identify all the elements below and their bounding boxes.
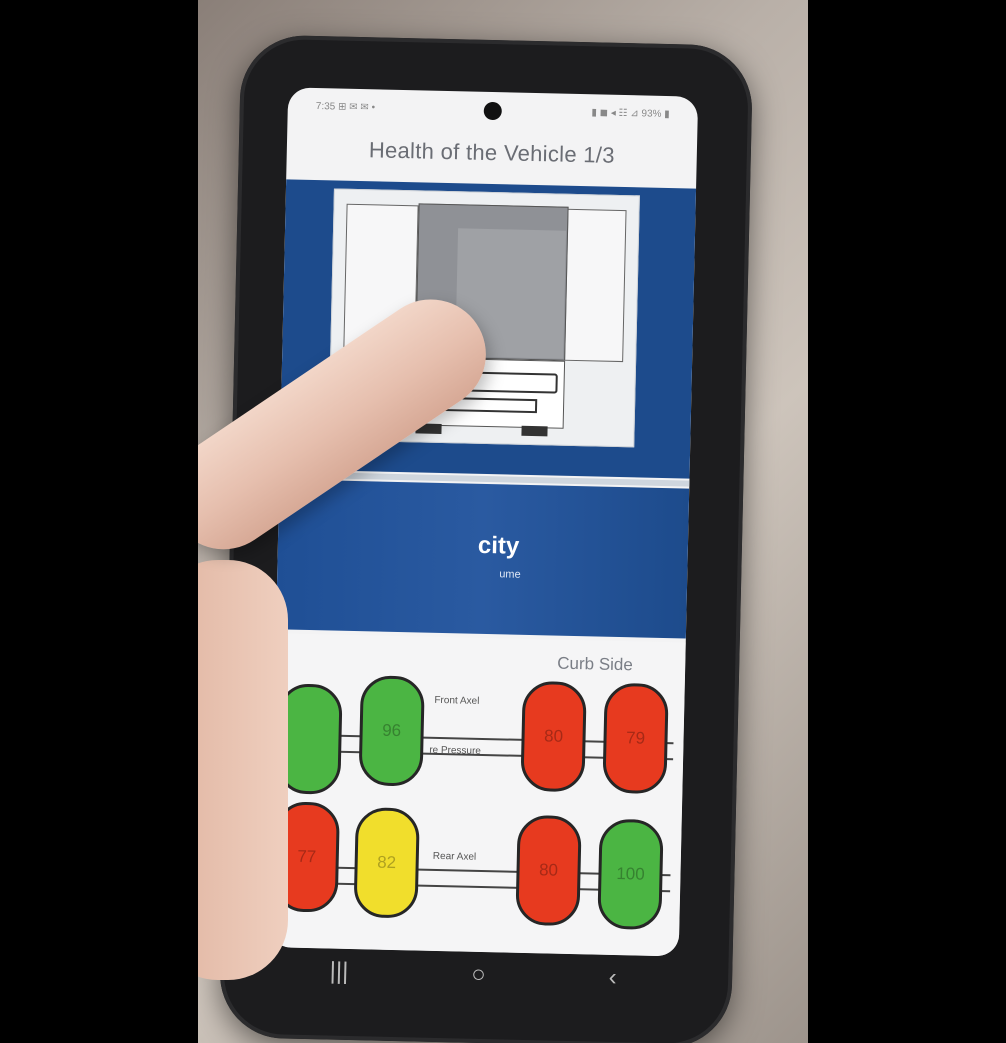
status-right: ▮ ◼ ◂ ☷ ⊿ 93% ▮ xyxy=(591,106,670,120)
vehicle-card[interactable]: city ume xyxy=(275,479,690,639)
tire-rear-left-inner[interactable]: 82 xyxy=(353,807,420,919)
tire-rear-right-outer[interactable]: 100 xyxy=(597,818,664,931)
home-button[interactable]: ○ xyxy=(471,961,486,989)
tire-front-left-inner[interactable]: 96 xyxy=(358,675,425,787)
tire-front-right-inner[interactable]: 80 xyxy=(520,680,587,793)
tire-pressure-panel: Curb Side Front Axel re Pressure Rear Ax… xyxy=(268,633,686,957)
pressure-label: re Pressure xyxy=(429,744,482,757)
recents-button[interactable]: ||| xyxy=(329,958,348,986)
vehicle-card-subtitle: ume xyxy=(499,568,521,581)
rear-axle-label: Rear Axel xyxy=(432,850,477,863)
hand xyxy=(198,560,288,980)
tire-front-right-outer[interactable]: 79 xyxy=(602,682,669,795)
vehicle-card-title: city xyxy=(477,531,520,560)
front-axle-label: Front Axel xyxy=(434,694,480,707)
android-nav-bar: ||| ○ ‹ xyxy=(268,947,679,1002)
back-button[interactable]: ‹ xyxy=(608,964,617,992)
phone-screen: 7:35 ⊞ ✉ ✉ • ▮ ◼ ◂ ☷ ⊿ 93% ▮ Health of t… xyxy=(268,87,699,957)
curb-side-label: Curb Side xyxy=(557,653,634,675)
status-left: 7:35 ⊞ ✉ ✉ • xyxy=(315,100,376,113)
photo-background: 7:35 ⊞ ✉ ✉ • ▮ ◼ ◂ ☷ ⊿ 93% ▮ Health of t… xyxy=(198,0,808,1043)
phone-device: 7:35 ⊞ ✉ ✉ • ▮ ◼ ◂ ☷ ⊿ 93% ▮ Health of t… xyxy=(218,34,754,1043)
page-title: Health of the Vehicle 1/3 xyxy=(368,137,616,168)
truck-wheel-right xyxy=(521,425,548,437)
tire-rear-right-inner[interactable]: 80 xyxy=(515,814,582,927)
